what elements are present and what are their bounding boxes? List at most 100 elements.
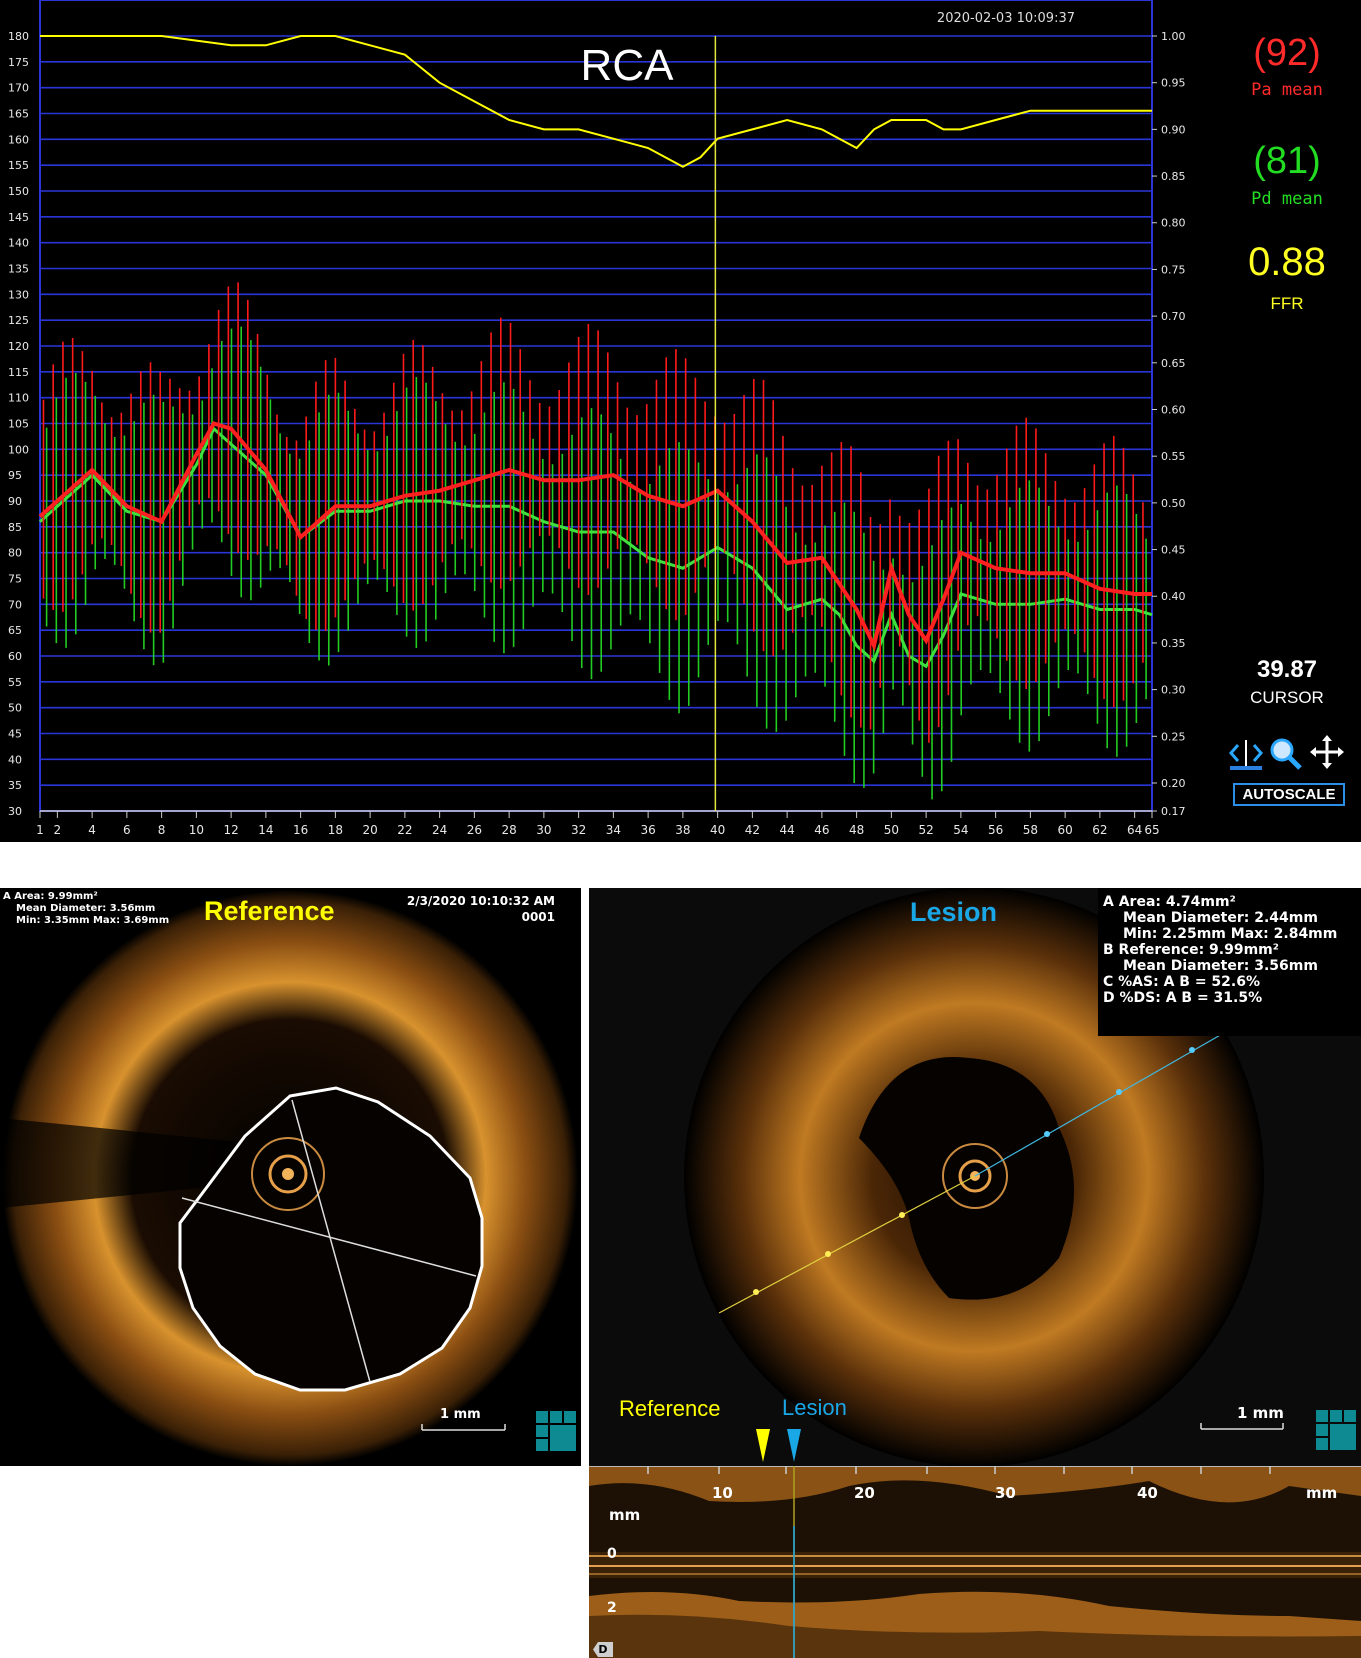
y2-tick-label: 0.80 <box>1161 217 1186 230</box>
x-tick-label: 60 <box>1057 823 1072 837</box>
oct-reference-frame[interactable]: A Area: 9.99mm² Mean Diameter: 3.56mm Mi… <box>0 888 581 1466</box>
y2-tick-label: 0.45 <box>1161 544 1186 557</box>
x-tick-label: 18 <box>328 823 343 837</box>
lesion-mean-diameter: Mean Diameter: 2.44mm <box>1123 910 1318 926</box>
y-tick-label: 115 <box>8 366 29 379</box>
reference-title: Reference <box>204 896 335 926</box>
reference-area-summary: B Reference: 9.99mm² <box>1103 942 1279 958</box>
y2-tick-label: 0.40 <box>1161 590 1186 603</box>
y-tick-label: 135 <box>8 263 29 276</box>
pd-mean-label: Pd mean <box>1251 189 1323 209</box>
y-tick-label: 55 <box>8 676 22 689</box>
y2-tick-label: 1.00 <box>1161 30 1186 43</box>
y-tick-label: 110 <box>8 392 29 405</box>
y-tick-label: 95 <box>8 469 22 482</box>
y-tick-label: 30 <box>8 805 22 818</box>
y2-tick-label: 0.85 <box>1161 170 1186 183</box>
y-tick-label: 85 <box>8 521 22 534</box>
reference-area: A Area: 9.99mm² <box>3 891 98 902</box>
diameter-stenosis: D %DS: A B = 31.5% <box>1103 990 1263 1006</box>
x-tick-label: 62 <box>1092 823 1107 837</box>
y-tick-label: 170 <box>8 82 29 95</box>
x-tick-label: 6 <box>123 823 131 837</box>
longitudinal-image <box>589 1466 1361 1658</box>
y-tick-label: 125 <box>8 314 29 327</box>
x-tick-label: 58 <box>1023 823 1038 837</box>
x-tick-label: 36 <box>640 823 655 837</box>
reference-marker-icon <box>756 1429 770 1462</box>
y-tick-label: 120 <box>8 340 29 353</box>
pa-mean-label: Pa mean <box>1251 80 1323 100</box>
x-tick-label: 52 <box>918 823 933 837</box>
x-tick-label: 64 <box>1127 823 1142 837</box>
x-tick-label: 32 <box>571 823 586 837</box>
y-tick-label: 180 <box>8 30 29 43</box>
grid-view-icon[interactable] <box>1316 1410 1356 1450</box>
y-tick-label: 35 <box>8 779 22 792</box>
vessel-label: RCA <box>581 41 675 90</box>
grid-view-icon[interactable] <box>536 1411 576 1451</box>
long-tick-10: 10 <box>712 1484 733 1502</box>
y-tick-label: 65 <box>8 624 22 637</box>
y-tick-label: 80 <box>8 547 22 560</box>
y2-tick-label: 0.35 <box>1161 637 1186 650</box>
x-tick-label: 46 <box>814 823 829 837</box>
y-tick-label: 90 <box>8 495 22 508</box>
reference-marker-label: Reference <box>619 1396 721 1421</box>
lesion-min-max: Min: 2.25mm Max: 2.84mm <box>1123 926 1338 942</box>
y-tick-label: 140 <box>8 237 29 250</box>
timestamp: 2020-02-03 10:09:37 <box>937 11 1075 26</box>
reference-mean-diameter: Mean Diameter: 3.56mm <box>16 903 156 914</box>
zoom-icon[interactable] <box>1268 736 1304 770</box>
ffr-value: 0.88 <box>1248 240 1326 284</box>
long-unit-left: mm <box>609 1506 641 1524</box>
x-tick-label: 50 <box>884 823 899 837</box>
x-tick-label: 10 <box>189 823 204 837</box>
pa-mean-line <box>38 421 1152 652</box>
depth-tick-2: 2 <box>607 1600 617 1616</box>
x-tick-label: 38 <box>675 823 690 837</box>
y-tick-label: 155 <box>8 159 29 172</box>
x-tick-label: 54 <box>953 823 968 837</box>
lesion-marker-label: Lesion <box>782 1395 847 1420</box>
x-tick-label: 12 <box>223 823 238 837</box>
y-tick-label: 105 <box>8 418 29 431</box>
y-tick-label: 130 <box>8 288 29 301</box>
y2-tick-label: 0.25 <box>1161 730 1186 743</box>
x-tick-label: 24 <box>432 823 447 837</box>
chart-grid <box>39 0 1153 812</box>
y2-tick-label: 0.17 <box>1161 805 1186 818</box>
ffr-label: FFR <box>1270 294 1304 313</box>
y2-tick-label: 0.30 <box>1161 684 1186 697</box>
x-tick-label: 26 <box>467 823 482 837</box>
cursor-tool-icon[interactable] <box>1228 736 1264 770</box>
y-tick-label: 150 <box>8 185 29 198</box>
y-tick-label: 75 <box>8 573 22 586</box>
lesion-measurements: A Area: 4.74mm² Mean Diameter: 2.44mm Mi… <box>1103 894 1337 1006</box>
long-tick-30: 30 <box>995 1484 1016 1502</box>
reference-frame-number: 0001 <box>521 910 555 924</box>
long-tick-40: 40 <box>1137 1484 1158 1502</box>
longitudinal-view[interactable]: 10 20 30 40 mm mm 0 2 D <box>589 1466 1361 1658</box>
x-tick-label: 1 <box>36 823 44 837</box>
oct-lesion-frame[interactable]: A Area: 4.74mm² Mean Diameter: 2.44mm Mi… <box>589 888 1361 1466</box>
depth-tick-0: 0 <box>607 1546 617 1562</box>
y-tick-label: 60 <box>8 650 22 663</box>
autoscale-button[interactable]: AUTOSCALE <box>1233 783 1345 806</box>
y-tick-label: 145 <box>8 211 29 224</box>
y-tick-label: 50 <box>8 702 22 715</box>
pan-icon[interactable] <box>1309 734 1345 770</box>
lesion-area: A Area: 4.74mm² <box>1103 894 1236 910</box>
y-tick-label: 160 <box>8 133 29 146</box>
x-tick-label: 28 <box>501 823 516 837</box>
area-stenosis: C %AS: A B = 52.6% <box>1103 974 1260 990</box>
x-tick-label: 22 <box>397 823 412 837</box>
reference-min-max: Min: 3.35mm Max: 3.69mm <box>16 915 170 926</box>
y2-tick-label: 0.75 <box>1161 263 1186 276</box>
x-tick-label: 8 <box>158 823 166 837</box>
reference-mean-diameter-summary: Mean Diameter: 3.56mm <box>1123 958 1318 974</box>
pressure-chart[interactable]: 1801751701651601551501451401351301251201… <box>0 0 1361 842</box>
plot-frame <box>39 0 1153 812</box>
y-tick-label: 40 <box>8 753 22 766</box>
x-tick-label: 2 <box>54 823 62 837</box>
